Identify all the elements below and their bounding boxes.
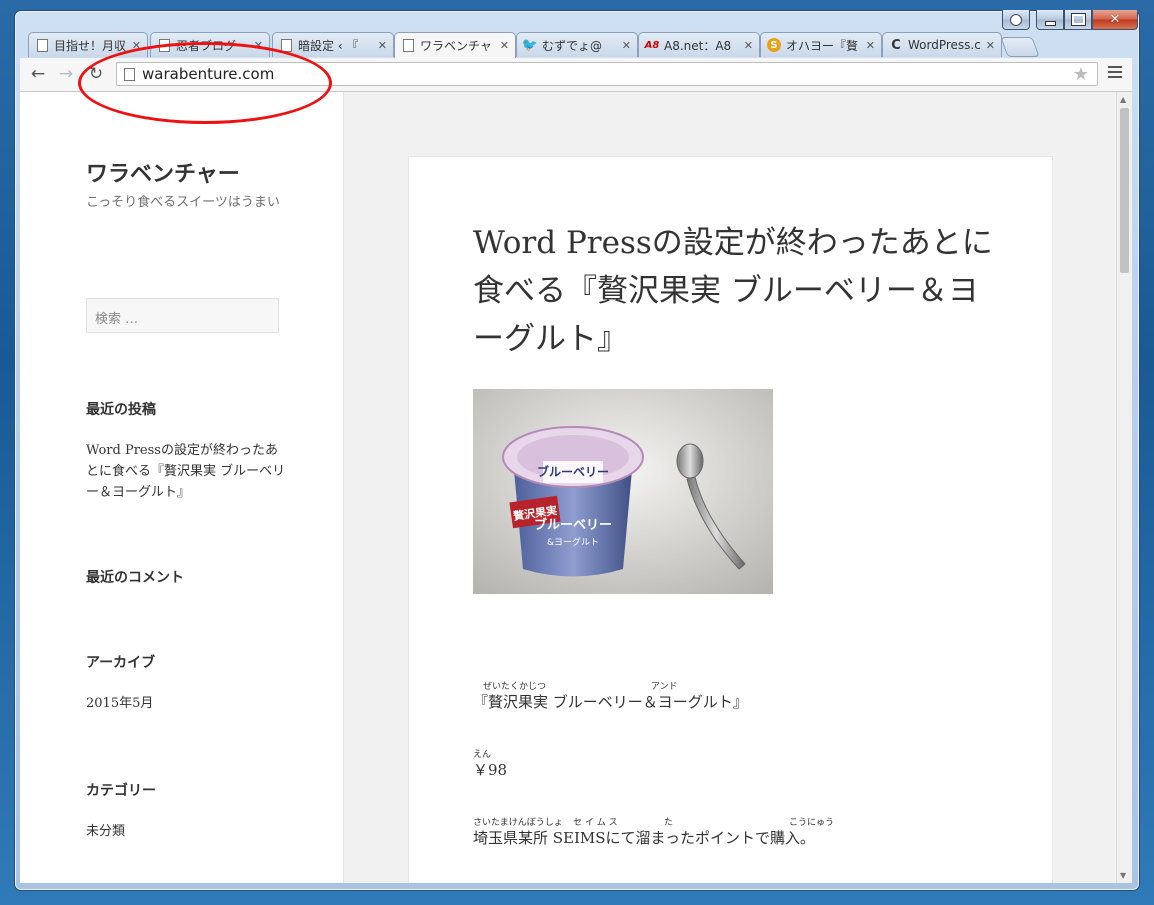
photo-label-2: ブルーベリー bbox=[537, 464, 609, 479]
tab-a8[interactable]: A8 A8.net：A8 ✕ bbox=[638, 32, 760, 57]
minimize-icon bbox=[1044, 20, 1056, 26]
sidebar: ワラベンチャー こっそり食べるスイーツはうまい 検索 … 最近の投稿 Word … bbox=[20, 92, 344, 883]
scrollbar-thumb[interactable] bbox=[1120, 108, 1129, 273]
chrome-menu-button[interactable] bbox=[1108, 66, 1122, 81]
tab-close-icon[interactable]: ✕ bbox=[744, 39, 753, 52]
tab-twitter[interactable]: 🐦 むずでょ@ ✕ bbox=[516, 32, 638, 57]
twitter-icon: 🐦 bbox=[521, 37, 539, 53]
back-arrow-icon: ← bbox=[30, 64, 46, 84]
photo-label-3: &ヨーグルト bbox=[547, 536, 599, 548]
window-caption-buttons: ✕ bbox=[1002, 10, 1138, 30]
wordpress-icon: C bbox=[891, 37, 901, 53]
tab-ohayo[interactable]: S オハヨー『贅 ✕ bbox=[760, 32, 882, 57]
recent-post-link[interactable]: Word Pressの設定が終わったあとに食べる『贅沢果実 ブルーベリー＆ヨーグ… bbox=[86, 440, 286, 503]
ruby-ta: た bbox=[664, 818, 674, 828]
back-button[interactable]: ← bbox=[28, 64, 48, 84]
maximize-button[interactable] bbox=[1064, 10, 1092, 30]
tab-close-icon[interactable]: ✕ bbox=[378, 39, 387, 52]
document-icon bbox=[35, 38, 49, 52]
widget-title-recent-comments: 最近のコメント bbox=[86, 570, 184, 586]
new-tab-button[interactable] bbox=[1000, 37, 1040, 57]
tab-active-warabenture[interactable]: ワラベンチャ ✕ bbox=[394, 32, 516, 58]
red-circle-annotation bbox=[78, 42, 332, 124]
s-icon: S bbox=[767, 38, 781, 52]
ruby-seims: セ イ ム ス bbox=[573, 818, 618, 828]
product-name: 『贅沢果実 ブルーベリー＆ヨーグルト』 bbox=[473, 693, 748, 711]
tab-close-icon[interactable]: ✕ bbox=[500, 39, 509, 52]
ruby-kounyuu: こうにゅう bbox=[789, 818, 835, 828]
photo-label-2b: ブルーベリー bbox=[534, 517, 612, 533]
post-paragraph-product: ぜいたくかじつ アンド 『贅沢果実 ブルーベリー＆ヨーグルト』 bbox=[473, 679, 793, 712]
ruby-saitamaken: さいたまけんぼうしょ bbox=[473, 818, 563, 828]
purchase-note: 埼玉県某所 SEIMSにて溜まったポイントで購入。 bbox=[473, 829, 815, 847]
ruby-en: えん bbox=[473, 750, 492, 760]
ruby-ando: アンド bbox=[651, 682, 678, 692]
widget-title-categories: カテゴリー bbox=[86, 783, 156, 799]
scroll-down-icon[interactable]: ▼ bbox=[1120, 871, 1126, 880]
scroll-up-icon[interactable]: ▲ bbox=[1120, 95, 1126, 104]
tab-close-icon[interactable]: ✕ bbox=[622, 39, 631, 52]
bookmark-star-icon[interactable]: ★ bbox=[1073, 64, 1089, 85]
user-icon bbox=[1010, 13, 1022, 26]
post-title: Word Pressの設定が終わったあとに食べる『贅沢果実 ブルーベリー＆ヨーグ… bbox=[473, 225, 993, 357]
forward-arrow-icon: → bbox=[58, 64, 74, 84]
tab-wordpress[interactable]: C WordPress.c ✕ bbox=[882, 32, 1002, 57]
site-title[interactable]: ワラベンチャー bbox=[86, 156, 240, 188]
post-paragraph-purchase: さいたまけんぼうしょ セ イ ム ス た こうにゅう 埼玉県某所 SEIMSにて… bbox=[473, 815, 853, 848]
close-icon: ✕ bbox=[1109, 12, 1121, 27]
page-viewport: ワラベンチャー こっそり食べるスイーツはうまい 検索 … 最近の投稿 Word … bbox=[20, 92, 1132, 883]
minimize-button[interactable] bbox=[1036, 10, 1064, 30]
close-window-button[interactable]: ✕ bbox=[1092, 10, 1138, 30]
a8-icon: A8 bbox=[644, 39, 660, 51]
tab-close-icon[interactable]: ✕ bbox=[986, 39, 995, 52]
ruby-zeitakukajitsu: ぜいたくかじつ bbox=[483, 682, 547, 692]
vertical-scrollbar[interactable]: ▲ ▼ bbox=[1116, 92, 1132, 883]
post-card: Word Pressの設定が終わったあとに食べる『贅沢果実 ブルーベリー＆ヨーグ… bbox=[408, 156, 1053, 883]
category-link[interactable]: 未分類 bbox=[86, 821, 286, 842]
search-input[interactable]: 検索 … bbox=[86, 298, 279, 333]
archive-link[interactable]: 2015年5月 bbox=[86, 693, 286, 714]
price: ￥98 bbox=[473, 761, 508, 779]
document-icon bbox=[401, 39, 415, 53]
post-paragraph-price: えん ￥98 bbox=[473, 747, 573, 780]
widget-title-archives: アーカイブ bbox=[86, 655, 156, 671]
tab-close-icon[interactable]: ✕ bbox=[866, 39, 875, 52]
maximize-icon bbox=[1070, 13, 1086, 26]
forward-button[interactable]: → bbox=[56, 64, 76, 84]
yogurt-photo: ブルーベリー 贅沢果実 ブルーベリー &ヨーグルト bbox=[473, 389, 773, 594]
site-tagline: こっそり食べるスイーツはうまい bbox=[86, 195, 280, 210]
user-profile-button[interactable] bbox=[1002, 10, 1030, 30]
widget-title-recent-posts: 最近の投稿 bbox=[86, 402, 156, 418]
